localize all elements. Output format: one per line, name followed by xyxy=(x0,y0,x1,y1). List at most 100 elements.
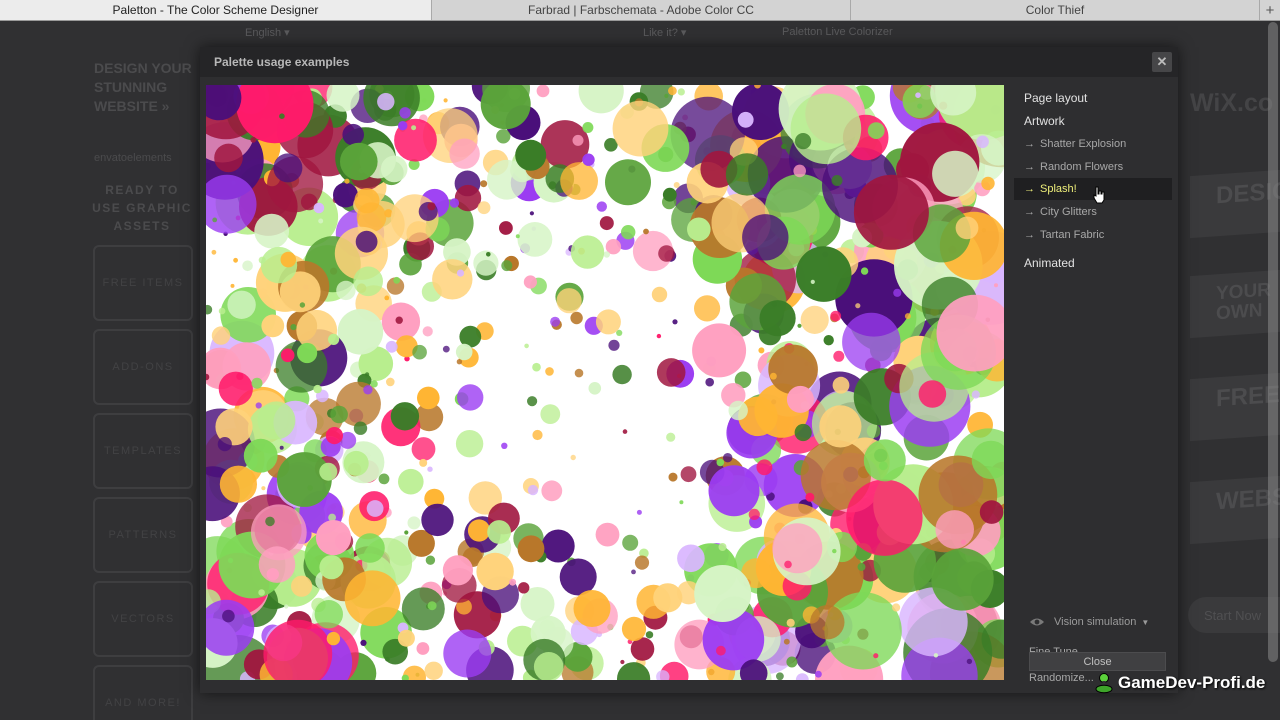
vision-simulation-dropdown[interactable]: Vision simulation ▼ xyxy=(1029,616,1149,628)
splash-dot xyxy=(443,629,492,678)
splash-dot xyxy=(258,288,268,298)
splash-dot xyxy=(756,459,773,476)
splash-dot xyxy=(631,569,636,575)
splash-dot xyxy=(933,653,939,658)
splash-dot xyxy=(810,279,815,284)
splash-dot xyxy=(297,342,318,364)
splash-dot xyxy=(291,575,313,597)
sidebar-item-random-flowers[interactable]: → Random Flowers xyxy=(1014,156,1172,178)
splash-dot xyxy=(217,437,232,452)
splash-dot xyxy=(612,364,632,385)
splash-artwork-canvas xyxy=(206,85,1004,680)
splash-dot xyxy=(573,590,611,627)
splash-dot xyxy=(694,295,721,322)
splash-dot xyxy=(509,578,517,586)
splash-dot xyxy=(390,402,420,431)
browser-tab-paletton[interactable]: Paletton - The Color Scheme Designer xyxy=(0,0,432,20)
browser-tab-adobe-color[interactable]: Farbrad | Farbschemata - Adobe Color CC xyxy=(432,0,851,20)
like-it-menu[interactable]: Like it? ▾ xyxy=(643,26,686,39)
splash-dot xyxy=(378,473,390,485)
ad-button-patterns[interactable]: Patterns xyxy=(93,497,193,573)
splash-dot xyxy=(966,658,973,665)
right-banner: DESIG xyxy=(1190,169,1280,239)
sidebar-section-page-layout[interactable]: Page layout xyxy=(1024,91,1087,105)
splash-dot xyxy=(456,359,463,365)
splash-dot xyxy=(795,246,852,302)
arrow-right-icon: → xyxy=(1024,138,1035,150)
start-now-button[interactable]: Start Now xyxy=(1188,597,1280,633)
splash-dot xyxy=(857,562,866,571)
splash-dot xyxy=(384,295,390,301)
modal-title: Palette usage examples xyxy=(214,55,350,69)
splash-dot xyxy=(832,376,850,394)
close-x-icon[interactable]: ✕ xyxy=(1152,52,1172,72)
splash-dot xyxy=(211,249,217,255)
splash-dot xyxy=(454,184,482,212)
splash-dot xyxy=(772,523,823,574)
ad-button-and-more[interactable]: And more! xyxy=(93,665,193,720)
splash-dot xyxy=(501,442,508,449)
splash-dot xyxy=(656,333,662,339)
splash-dot xyxy=(994,283,998,288)
splash-dot xyxy=(355,533,385,563)
splash-dot xyxy=(411,437,436,461)
close-button[interactable]: Close xyxy=(1029,652,1166,671)
splash-dot xyxy=(265,516,275,527)
page-scrollbar[interactable] xyxy=(1268,22,1278,662)
splash-dot xyxy=(718,543,727,551)
splash-dot xyxy=(570,311,583,325)
splash-dot xyxy=(363,385,373,395)
sidebar-item-city-glitters[interactable]: → City Glitters xyxy=(1014,201,1172,223)
arrow-right-icon: → xyxy=(1024,183,1035,195)
browser-tab-color-thief[interactable]: Color Thief xyxy=(851,0,1260,20)
ad-button-add-ons[interactable]: Add-ons xyxy=(93,329,193,405)
ad-button-free-items[interactable]: Free items xyxy=(93,245,193,321)
splash-dot xyxy=(261,486,266,491)
splash-dot xyxy=(716,645,726,656)
splash-dot xyxy=(621,616,647,642)
splash-dot xyxy=(411,125,417,131)
splash-dot xyxy=(677,544,705,573)
language-select[interactable]: English ▾ xyxy=(245,26,290,39)
splash-dot xyxy=(344,178,350,184)
splash-dot xyxy=(846,479,923,556)
randomize-link[interactable]: Randomize... xyxy=(1029,672,1094,684)
splash-dot xyxy=(677,88,685,96)
splash-dot xyxy=(315,520,352,556)
splash-dot xyxy=(380,155,408,183)
ad-button-templates[interactable]: Templates xyxy=(93,413,193,489)
sidebar-section-artwork[interactable]: Artwork xyxy=(1024,114,1065,128)
splash-dot xyxy=(398,121,408,131)
sidebar-item-shatter-explosion[interactable]: → Shatter Explosion xyxy=(1014,133,1172,155)
splash-dot xyxy=(233,257,238,263)
splash-dot xyxy=(449,138,480,169)
splash-dot xyxy=(299,302,306,308)
splash-dot xyxy=(219,465,257,503)
splash-dot xyxy=(708,465,760,517)
splash-dot xyxy=(805,492,815,502)
splash-dot xyxy=(401,587,445,631)
splash-dot xyxy=(456,269,465,277)
sidebar-section-animated[interactable]: Animated xyxy=(1024,256,1075,270)
splash-dot xyxy=(842,312,901,372)
splash-dot xyxy=(664,93,669,98)
splash-dot xyxy=(313,202,325,214)
splash-dot xyxy=(499,221,513,235)
sidebar-item-tartan-fabric[interactable]: → Tartan Fabric xyxy=(1014,224,1172,246)
splash-dot xyxy=(261,314,285,338)
splash-dot xyxy=(523,275,537,289)
splash-dot xyxy=(692,323,747,378)
live-colorizer-link[interactable]: Paletton Live Colorizer xyxy=(782,26,893,38)
splash-dot xyxy=(254,213,290,249)
ad-button-vectors[interactable]: Vectors xyxy=(93,581,193,657)
splash-dot xyxy=(417,386,440,410)
splash-dot xyxy=(515,234,520,239)
splash-dot xyxy=(353,266,383,297)
splash-dot xyxy=(645,631,654,639)
splash-dot xyxy=(578,85,624,114)
splash-dot xyxy=(517,535,545,563)
new-tab-button[interactable]: + xyxy=(1260,0,1280,20)
tab-label: Paletton - The Color Scheme Designer xyxy=(112,3,319,17)
splash-dot xyxy=(572,134,584,146)
splash-dot xyxy=(748,508,760,520)
